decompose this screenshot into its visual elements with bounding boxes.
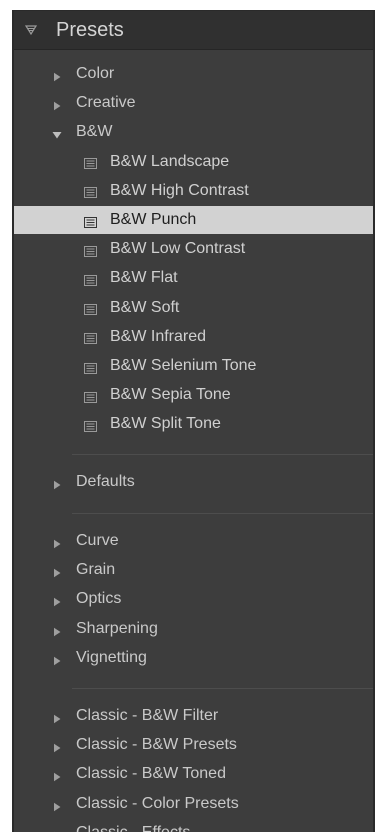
preset-icon: [84, 331, 97, 345]
preset-bandw-sepia-tone[interactable]: B&W Sepia Tone: [14, 381, 373, 409]
preset-label: B&W Flat: [110, 269, 178, 287]
group-label: Optics: [76, 590, 122, 608]
preset-icon: [84, 273, 97, 286]
panel-title: Presets: [56, 18, 124, 41]
group-label: Grain: [76, 561, 116, 579]
preset-bandw-low-contrast[interactable]: B&W Low Contrast: [14, 235, 373, 263]
group-classic-bandw-filter[interactable]: Classic - B&W Filter: [14, 702, 373, 730]
group-bandw[interactable]: B&W: [14, 118, 373, 146]
section-divider: [72, 454, 373, 455]
group-label: Classic - B&W Filter: [76, 707, 219, 724]
triangle-right-icon[interactable]: [52, 624, 62, 636]
triangle-right-icon[interactable]: [52, 565, 62, 578]
group-label: Defaults: [76, 473, 135, 490]
preset-label: B&W Infrared: [110, 327, 207, 345]
group-curve[interactable]: Curve: [14, 527, 373, 555]
preset-icon: [84, 156, 97, 170]
triangle-right-icon[interactable]: [52, 69, 62, 82]
preset-bandw-infrared[interactable]: B&W Infrared: [14, 323, 373, 351]
group-label: Color: [76, 65, 115, 82]
group-label: Classic - Color Presets: [76, 794, 239, 812]
group-sharpening[interactable]: Sharpening: [14, 615, 373, 643]
preset-icon: [84, 185, 97, 199]
group-vignetting[interactable]: Vignetting: [14, 644, 373, 672]
triangle-right-icon[interactable]: [52, 653, 62, 665]
triangle-right-icon[interactable]: [52, 477, 62, 490]
group-label: Curve: [76, 532, 119, 549]
section-divider: [72, 688, 373, 689]
group-classic-bandw-toned[interactable]: Classic - B&W Toned: [14, 760, 373, 788]
preset-icon: [84, 419, 97, 432]
preset-bandw-soft[interactable]: B&W Soft: [14, 294, 373, 322]
preset-label: B&W Soft: [110, 298, 180, 316]
group-optics[interactable]: Optics: [14, 585, 373, 613]
triangle-right-icon[interactable]: [52, 769, 62, 782]
preset-icon: [84, 390, 97, 403]
triangle-right-icon[interactable]: [52, 711, 62, 724]
preset-icon: [84, 215, 97, 228]
preset-icon: [84, 361, 97, 374]
group-label: Vignetting: [76, 648, 147, 666]
preset-label: B&W Split Tone: [110, 415, 221, 433]
preset-bandw-flat[interactable]: B&W Flat: [14, 264, 373, 292]
preset-bandw-high-contrast[interactable]: B&W High Contrast: [14, 177, 373, 205]
group-label: Classic - Effects: [76, 824, 190, 832]
triangle-right-icon[interactable]: [52, 536, 62, 549]
triangle-right-icon[interactable]: [52, 98, 62, 111]
preset-label: B&W Selenium Tone: [110, 357, 257, 374]
preset-bandw-split-tone[interactable]: B&W Split Tone: [14, 410, 373, 438]
preset-icon: [84, 244, 97, 257]
group-label: B&W: [76, 123, 113, 141]
preset-label: B&W High Contrast: [110, 181, 249, 199]
group-label: Classic - B&W Toned: [76, 765, 226, 783]
presets-panel: Presets Color Creative B&W B&W Landscape B&W…: [12, 10, 375, 832]
group-color[interactable]: Color: [14, 60, 373, 88]
group-classic-effects[interactable]: Classic - Effects: [14, 819, 373, 832]
presets-panel-header[interactable]: Presets: [14, 11, 373, 50]
preset-bandw-landscape[interactable]: B&W Landscape: [14, 148, 373, 176]
section-divider: [72, 513, 373, 514]
group-defaults[interactable]: Defaults: [14, 468, 373, 496]
preset-label: B&W Punch: [110, 211, 197, 228]
triangle-down-icon[interactable]: [52, 127, 62, 139]
group-classic-color-presets[interactable]: Classic - Color Presets: [14, 790, 373, 818]
triangle-right-icon[interactable]: [52, 740, 62, 753]
preset-bandw-punch[interactable]: B&W Punch: [14, 206, 373, 234]
triangle-right-icon[interactable]: [52, 799, 62, 811]
group-grain[interactable]: Grain: [14, 556, 373, 584]
group-label: Classic - B&W Presets: [76, 736, 237, 754]
group-creative[interactable]: Creative: [14, 89, 373, 117]
triangle-down-icon[interactable]: [25, 24, 37, 36]
preset-label: B&W Landscape: [110, 152, 230, 170]
preset-icon: [84, 302, 97, 316]
group-label: Creative: [76, 94, 136, 112]
triangle-right-icon[interactable]: [52, 828, 62, 832]
preset-bandw-selenium-tone[interactable]: B&W Selenium Tone: [14, 352, 373, 380]
group-classic-bandw-presets[interactable]: Classic - B&W Presets: [14, 731, 373, 759]
triangle-right-icon[interactable]: [52, 594, 62, 607]
preset-label: B&W Low Contrast: [110, 240, 246, 258]
preset-label: B&W Sepia Tone: [110, 386, 231, 404]
group-label: Sharpening: [76, 619, 158, 637]
